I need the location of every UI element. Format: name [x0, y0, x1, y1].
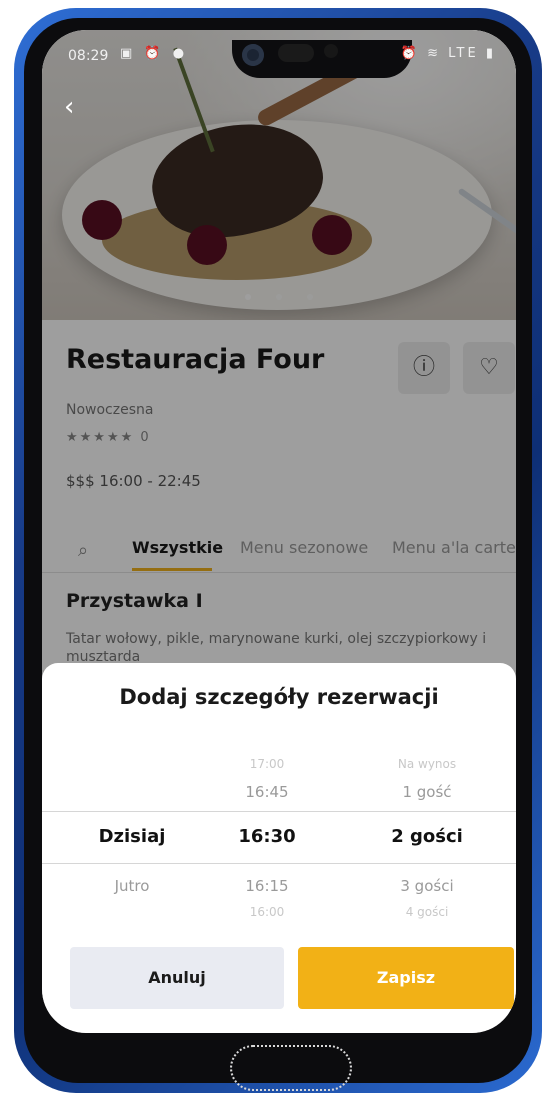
time-option[interactable]: 17:00	[212, 757, 322, 771]
status-bar: 08:29 ▣ ⏰ ● ⏰ ≋ LTE ▮	[42, 30, 516, 74]
time-option-selected[interactable]: 16:30	[212, 826, 322, 847]
guest-option-selected[interactable]: 2 gości	[362, 826, 492, 847]
cancel-button[interactable]: Anuluj	[70, 947, 284, 1009]
guest-option[interactable]: 3 gości	[362, 877, 492, 895]
app-screen: 08:29 ▣ ⏰ ● ⏰ ≋ LTE ▮ ‹ Restauracja Four…	[42, 30, 516, 1033]
day-option[interactable]: Jutro	[72, 877, 192, 895]
notification-icons: ▣ ⏰ ●	[120, 46, 189, 61]
day-option-selected[interactable]: Dzisiaj	[72, 826, 192, 847]
back-arrow-icon[interactable]: ‹	[64, 92, 74, 122]
save-button[interactable]: Zapisz	[298, 947, 514, 1009]
time-option[interactable]: 16:00	[212, 905, 322, 919]
guest-option[interactable]: Na wynos	[362, 757, 492, 771]
guest-option[interactable]: 4 gości	[362, 905, 492, 919]
reservation-sheet: Dodaj szczegóły rezerwacji Dzisiaj Jutro…	[42, 663, 516, 1033]
system-icons: ⏰ ≋ LTE ▮	[400, 46, 496, 61]
status-time: 08:29	[68, 48, 109, 64]
time-option[interactable]: 16:45	[212, 783, 322, 801]
home-button[interactable]	[230, 1045, 352, 1091]
guest-option[interactable]: 1 gość	[362, 783, 492, 801]
sheet-title: Dodaj szczegóły rezerwacji	[119, 685, 439, 709]
picker-selection-line	[42, 863, 516, 864]
picker-selection-line	[42, 811, 516, 812]
time-option[interactable]: 16:15	[212, 877, 322, 895]
